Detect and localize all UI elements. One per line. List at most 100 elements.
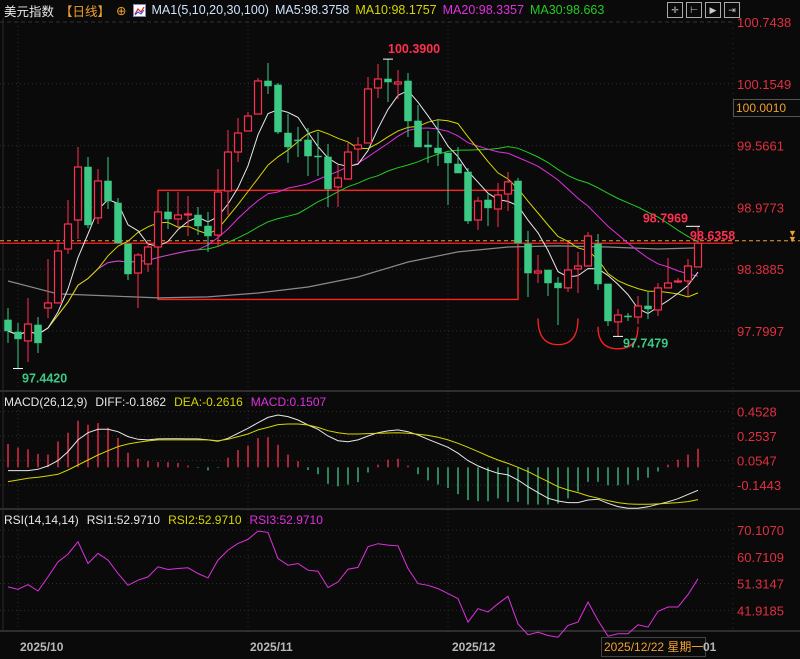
candle-down[interactable] bbox=[554, 282, 562, 289]
candle-down[interactable] bbox=[434, 147, 442, 154]
candle-down[interactable] bbox=[644, 305, 652, 310]
candle-down[interactable] bbox=[34, 324, 42, 344]
rsi-axis-label: 41.9185 bbox=[737, 603, 784, 618]
candle-up[interactable] bbox=[473, 200, 483, 221]
candle-up[interactable] bbox=[653, 287, 663, 311]
candle-down[interactable] bbox=[14, 331, 22, 340]
price-annotation-label: 97.4420 bbox=[22, 372, 67, 386]
candle-up[interactable] bbox=[393, 81, 403, 85]
candle-up[interactable] bbox=[583, 235, 593, 267]
candle-up[interactable] bbox=[213, 191, 223, 236]
candle-down[interactable] bbox=[454, 163, 462, 174]
candle-up[interactable] bbox=[683, 265, 693, 282]
candle-down[interactable] bbox=[624, 315, 632, 318]
candle-up[interactable] bbox=[493, 194, 503, 210]
candle-up[interactable] bbox=[353, 144, 363, 150]
play-icon[interactable]: ▶ bbox=[705, 2, 721, 18]
price-axis-label: 98.3885 bbox=[737, 262, 784, 277]
candle-up[interactable] bbox=[153, 211, 163, 248]
candle-down[interactable] bbox=[424, 144, 432, 148]
candle-up[interactable] bbox=[693, 242, 703, 268]
macd-diff-value: DIFF:-0.1862 bbox=[95, 395, 167, 409]
add-crosshair-icon[interactable]: ⊕ bbox=[116, 3, 126, 18]
candle-down[interactable] bbox=[104, 180, 112, 202]
price-annotation-label: 97.7479 bbox=[623, 336, 668, 350]
candle-up[interactable] bbox=[363, 88, 373, 144]
candle-up[interactable] bbox=[633, 305, 643, 318]
ma10-value: MA10:98.1757 bbox=[355, 3, 437, 17]
candle-down[interactable] bbox=[464, 171, 472, 222]
macd-axis-label: 0.0547 bbox=[737, 454, 777, 469]
candle-down[interactable] bbox=[594, 243, 602, 285]
candle-down[interactable] bbox=[304, 139, 312, 157]
price-alert-arrow-icon[interactable]: ▼ ▼ bbox=[788, 229, 797, 244]
candle-down[interactable] bbox=[384, 78, 392, 83]
candle-down[interactable] bbox=[264, 80, 272, 87]
candle-down[interactable] bbox=[404, 80, 412, 122]
candle-up[interactable] bbox=[173, 214, 183, 220]
candle-down[interactable] bbox=[164, 211, 172, 220]
candle-up[interactable] bbox=[43, 302, 53, 309]
rsi-label[interactable]: RSI(14,14,14) bbox=[4, 513, 79, 527]
candle-up[interactable] bbox=[183, 213, 193, 216]
ma30-value: MA30:98.663 bbox=[529, 3, 605, 17]
candle-down[interactable] bbox=[524, 243, 532, 274]
candle-down[interactable] bbox=[274, 84, 282, 133]
stock-chart[interactable]: 100.7438 100.1549 99.5661 98.9773 98.3885 97.… bbox=[0, 0, 800, 659]
candle-down[interactable] bbox=[514, 180, 522, 244]
macd-axis-label: -0.1443 bbox=[737, 478, 781, 493]
candle-down[interactable] bbox=[444, 152, 452, 164]
price-axis-label: 100.1549 bbox=[737, 77, 791, 92]
candle-down[interactable] bbox=[124, 243, 132, 275]
candle-down[interactable] bbox=[544, 269, 552, 284]
rsi-axis-label: 60.7109 bbox=[737, 550, 784, 565]
candle-up[interactable] bbox=[73, 166, 83, 221]
candle-up[interactable] bbox=[233, 132, 243, 153]
candle-up[interactable] bbox=[243, 115, 253, 132]
candle-down[interactable] bbox=[314, 155, 322, 158]
candle-up[interactable] bbox=[93, 180, 103, 219]
crosshair-icon[interactable]: ✛ bbox=[667, 2, 683, 18]
candle-up[interactable] bbox=[613, 314, 623, 323]
candle-up[interactable] bbox=[373, 78, 383, 89]
period-selector[interactable]: 【日线】 bbox=[60, 1, 110, 20]
candle-up[interactable] bbox=[533, 270, 543, 274]
candle-up[interactable] bbox=[563, 269, 573, 289]
crosshair-price-label: 100.0010 bbox=[733, 99, 800, 117]
chart-header: 美元指数 【日线】 ⊕ MA1(5,10,20,30,100) MA5:98.3… bbox=[4, 1, 605, 20]
candle-down[interactable] bbox=[194, 214, 202, 227]
range-select-icon[interactable]: ⊢ bbox=[686, 2, 702, 18]
candle-up[interactable] bbox=[673, 280, 683, 283]
candle-up[interactable] bbox=[663, 282, 673, 289]
candle-up[interactable] bbox=[143, 246, 153, 265]
candle-down[interactable] bbox=[114, 202, 122, 244]
price-axis-label: 100.7438 bbox=[737, 15, 791, 30]
candle-down[interactable] bbox=[84, 166, 92, 226]
candle-down[interactable] bbox=[284, 132, 292, 148]
candle-down[interactable] bbox=[324, 156, 332, 190]
candle-down[interactable] bbox=[484, 199, 492, 209]
candle-up[interactable] bbox=[23, 323, 33, 342]
candle-down[interactable] bbox=[4, 319, 12, 332]
candle-up[interactable] bbox=[333, 177, 343, 188]
candle-up[interactable] bbox=[223, 151, 233, 192]
candle-up[interactable] bbox=[503, 181, 513, 195]
ma-indicator-label[interactable]: MA1(5,10,20,30,100) bbox=[152, 3, 269, 17]
candle-up[interactable] bbox=[343, 151, 353, 180]
exit-icon[interactable]: ⇥ bbox=[724, 2, 740, 18]
x-tick-label: 2025/10 bbox=[20, 640, 64, 654]
candle-up[interactable] bbox=[53, 250, 63, 304]
candle-down[interactable] bbox=[204, 225, 212, 237]
candle-down[interactable] bbox=[294, 139, 302, 142]
ma-indicator-icon[interactable] bbox=[132, 3, 146, 17]
candle-down[interactable] bbox=[414, 120, 422, 148]
candle-up[interactable] bbox=[573, 265, 583, 270]
candle-down[interactable] bbox=[604, 283, 612, 322]
candle-up[interactable] bbox=[253, 80, 263, 115]
macd-label[interactable]: MACD(26,12,9) bbox=[4, 395, 87, 409]
price-annotation-label: 98.6358 bbox=[690, 229, 735, 243]
candle-up[interactable] bbox=[63, 223, 73, 250]
candle-up[interactable] bbox=[133, 254, 143, 274]
rsi-axis-label: 70.1070 bbox=[737, 523, 784, 538]
ma20-value: MA20:98.3357 bbox=[442, 3, 524, 17]
